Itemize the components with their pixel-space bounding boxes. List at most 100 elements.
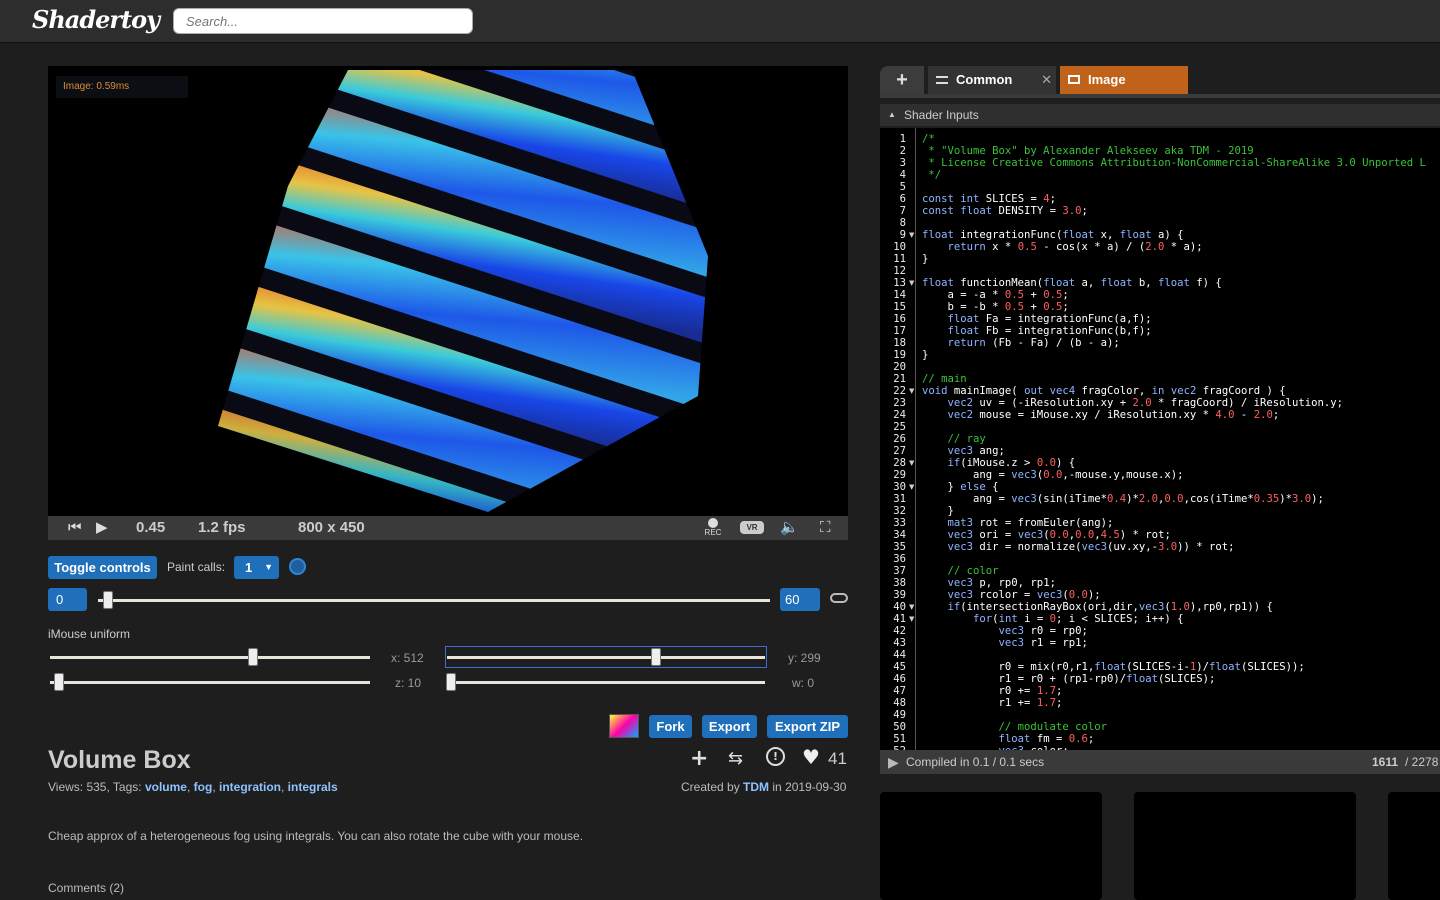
imouse-y-slider[interactable]: [447, 656, 765, 659]
fold-icon[interactable]: ▼: [909, 481, 914, 493]
volume-icon[interactable]: 🔈: [780, 519, 799, 537]
imouse-w-value: w: 0: [792, 676, 815, 690]
code-line: * "Volume Box" by Alexander Alekseev aka…: [922, 145, 1254, 157]
imouse-w-slider[interactable]: [447, 681, 765, 684]
volume-box-render: [218, 70, 708, 512]
close-icon[interactable]: ✕: [1041, 66, 1052, 94]
fold-icon[interactable]: ▼: [909, 229, 914, 241]
fold-icon[interactable]: ▼: [909, 601, 914, 613]
heart-icon[interactable]: ♥: [802, 745, 820, 769]
shader-canvas[interactable]: Image: 0.59ms: [48, 66, 848, 516]
time-range-handle[interactable]: [103, 591, 113, 609]
code-editor[interactable]: 1 2 3 4 5 6 7 8 9 ▼ 10 11 12 13 ▼ 14 15 16 17 18 19 20 21 22 ▼ 23…: [880, 128, 1440, 750]
line-number: 13: [893, 277, 906, 289]
code-line: b = -b * 0.5 + 0.5;: [922, 301, 1069, 313]
code-line: float Fa = integrationFunc(a,f);: [947, 313, 1152, 325]
tab-common[interactable]: Common ✕: [928, 66, 1056, 94]
tag-integration[interactable]: integration: [219, 780, 281, 794]
compile-play-icon[interactable]: ▶: [888, 750, 899, 774]
loop-icon[interactable]: [830, 593, 848, 603]
fold-icon[interactable]: ▼: [909, 457, 914, 469]
line-number: 17: [893, 325, 906, 337]
line-number: 39: [893, 589, 906, 601]
time-range-slider[interactable]: [98, 599, 770, 602]
shader-inputs-toggle[interactable]: ▲ Shader Inputs: [880, 104, 1440, 126]
player-bar: ⏮ ▶ 0.45 1.2 fps 800 x 450 REC VR 🔈 ⛶: [48, 516, 848, 540]
code-line: * License Creative Commons Attribution-N…: [922, 157, 1426, 169]
vr-icon[interactable]: VR: [740, 521, 764, 534]
add-playlist-icon[interactable]: +: [690, 746, 708, 771]
code-line: return (Fb - Fa) / (b - a);: [947, 337, 1120, 349]
add-tab-button[interactable]: +: [880, 66, 924, 94]
code-line: void mainImage( out vec4 fragColor, in v…: [922, 385, 1286, 397]
tag-fog[interactable]: fog: [194, 780, 213, 794]
tab-image[interactable]: Image: [1060, 66, 1188, 94]
share-icon[interactable]: ⇆: [728, 748, 743, 769]
code-line: */: [922, 169, 942, 181]
line-number: 30: [893, 481, 906, 493]
fold-icon[interactable]: ▼: [909, 277, 914, 289]
line-number: 33: [893, 517, 906, 529]
line-number: 11: [893, 253, 906, 265]
code-line: float Fb = integrationFunc(b,f);: [947, 325, 1152, 337]
input-channel-2[interactable]: [1388, 792, 1440, 900]
export-button[interactable]: Export: [702, 715, 757, 738]
play-icon[interactable]: ▶: [96, 519, 108, 537]
line-number: 47: [893, 685, 906, 697]
code-line: for(int i = 0; i < SLICES; i++) {: [973, 613, 1184, 625]
imouse-x-slider[interactable]: [50, 656, 370, 659]
imouse-x-value: x: 512: [391, 651, 424, 665]
search-input[interactable]: [173, 8, 473, 34]
paint-calls-select[interactable]: 1 ▼: [234, 556, 279, 579]
time-range-start[interactable]: 0: [48, 588, 87, 611]
imouse-x-handle[interactable]: [248, 648, 258, 666]
line-number: 6: [899, 193, 906, 205]
imouse-z-slider[interactable]: [50, 681, 370, 684]
report-icon[interactable]: !: [766, 747, 785, 766]
code-line: vec3 ori = vec3(0.0,0.0,4.5) * rot;: [947, 529, 1171, 541]
export-zip-button[interactable]: Export ZIP: [767, 715, 848, 738]
line-number: 37: [893, 565, 906, 577]
tag-volume[interactable]: volume: [145, 780, 187, 794]
code-line: if(iMouse.z > 0.0) {: [947, 457, 1076, 469]
triangle-up-icon: ▲: [888, 110, 896, 119]
line-number: 7: [899, 205, 906, 217]
line-number: 25: [893, 421, 906, 433]
shader-title: Volume Box: [48, 746, 191, 774]
shadertoy-logo[interactable]: Shadertoy: [32, 5, 160, 34]
input-channel-1[interactable]: [1134, 792, 1356, 900]
line-number: 40: [893, 601, 906, 613]
code-content[interactable]: /* * "Volume Box" by Alexander Alekseev …: [922, 133, 1426, 750]
time-range-end[interactable]: 60: [780, 588, 820, 611]
comments-heading: Comments (2): [48, 881, 125, 895]
compile-status: Compiled in 0.1 / 0.1 secs: [906, 755, 1045, 769]
shader-meta: Views: 535, Tags: volume, fog, integrati…: [48, 780, 338, 794]
code-line: const int SLICES = 4;: [922, 193, 1056, 205]
line-number: 5: [899, 181, 906, 193]
code-line: vec3 r0 = rp0;: [998, 625, 1088, 637]
line-number: 36: [893, 553, 906, 565]
tag-integrals[interactable]: integrals: [288, 780, 338, 794]
preview-icon[interactable]: [609, 714, 639, 738]
fold-icon[interactable]: ▼: [909, 385, 914, 397]
fullscreen-icon[interactable]: ⛶: [820, 519, 831, 537]
imouse-y-handle[interactable]: [651, 648, 661, 666]
fold-icon[interactable]: ▼: [909, 613, 914, 625]
resolution-display: 800 x 450: [298, 519, 365, 536]
imouse-z-handle[interactable]: [54, 673, 64, 691]
record-button[interactable]: REC: [703, 517, 723, 538]
chevron-down-icon: ▼: [264, 562, 273, 572]
line-number: 34: [893, 529, 906, 541]
code-line: float fm = 0.6;: [998, 733, 1095, 745]
fork-button[interactable]: Fork: [649, 715, 692, 738]
author-link[interactable]: TDM: [743, 780, 769, 794]
rewind-icon[interactable]: ⏮: [68, 519, 82, 537]
imouse-w-handle[interactable]: [446, 673, 456, 691]
input-channel-0[interactable]: [880, 792, 1102, 900]
code-line: if(intersectionRayBox(ori,dir,vec3(1.0),…: [947, 601, 1273, 613]
toggle-controls-button[interactable]: Toggle controls: [48, 556, 157, 579]
stopwatch-icon[interactable]: [289, 558, 306, 575]
